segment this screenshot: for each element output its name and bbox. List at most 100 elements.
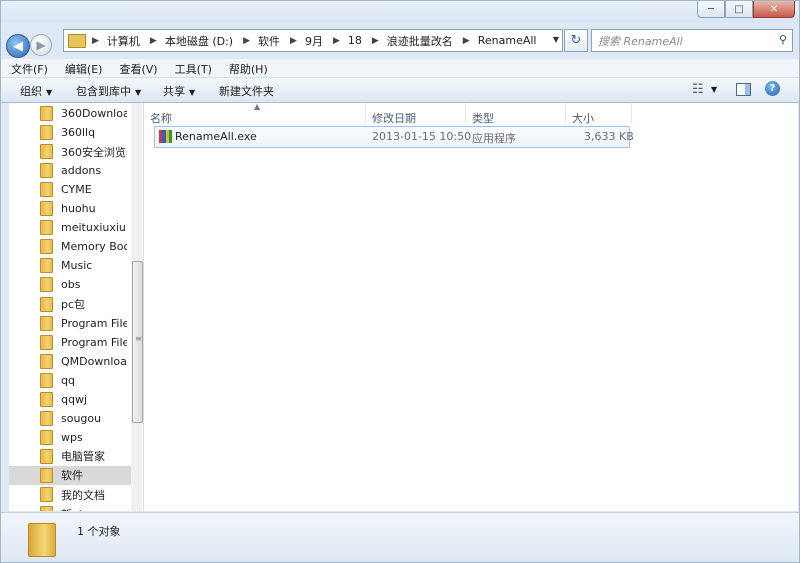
column-name-label: 名称 bbox=[150, 112, 172, 125]
column-modified[interactable]: 修改日期 bbox=[366, 103, 466, 125]
column-type[interactable]: 类型 bbox=[466, 103, 566, 125]
breadcrumb-item[interactable]: ▶ 软件 bbox=[243, 33, 290, 49]
menu-bar: 文件(F) 编辑(E) 查看(V) 工具(T) 帮助(H) bbox=[1, 59, 799, 78]
breadcrumb-label: 计算机 bbox=[106, 34, 140, 48]
search-input[interactable]: 搜索 RenameAll ⚲ bbox=[591, 29, 793, 52]
menu-view[interactable]: 查看(V) bbox=[109, 59, 164, 77]
maximize-button[interactable]: □ bbox=[725, 1, 753, 18]
search-icon[interactable]: ⚲ bbox=[779, 33, 787, 46]
arrow-left-icon: ◀ bbox=[13, 38, 23, 54]
folder-icon bbox=[40, 467, 53, 483]
breadcrumb-item[interactable]: ▶ 9月 bbox=[290, 33, 333, 49]
folder-icon bbox=[40, 429, 53, 445]
forward-button[interactable]: ▶ bbox=[30, 34, 52, 56]
breadcrumb-item[interactable]: ▶ 浪迹批量改名 bbox=[372, 33, 463, 49]
file-row[interactable]: RenameAll.exe 2013-01-15 10:50 应用程序 3,63… bbox=[154, 126, 634, 148]
column-name[interactable]: 名称 ▲ bbox=[144, 102, 366, 125]
tree-item[interactable]: Memory Boos bbox=[9, 237, 127, 256]
tree-item-label: pc包 bbox=[61, 298, 86, 311]
tree-item[interactable]: obs bbox=[9, 275, 127, 294]
folder-icon bbox=[40, 277, 53, 293]
tree-item[interactable]: pc包 bbox=[9, 295, 127, 314]
folder-icon bbox=[68, 33, 86, 48]
tree-item[interactable]: huohu bbox=[9, 199, 127, 218]
breadcrumb: ▶ 计算机 ▶ 本地磁盘 (D:) ▶ 软件 ▶ 9月 ▶ 18 ▶ 浪迹批量改名 ▶ RenameAll bbox=[92, 33, 546, 49]
breadcrumb-label: 浪迹批量改名 bbox=[386, 34, 453, 48]
breadcrumb-item[interactable]: ▶ 本地磁盘 (D:) bbox=[150, 33, 243, 49]
tree-item[interactable]: 我的文档 bbox=[9, 485, 127, 504]
help-icon[interactable]: ? bbox=[765, 81, 780, 96]
tree-item[interactable]: 新obs bbox=[9, 504, 127, 511]
breadcrumb-item[interactable]: ▶ RenameAll bbox=[463, 33, 547, 49]
view-options-icon[interactable]: ☷ bbox=[692, 82, 704, 97]
tree-item[interactable]: Program Files bbox=[9, 314, 127, 333]
folder-icon bbox=[40, 182, 53, 198]
tree-item-label: qq bbox=[61, 373, 75, 387]
tree-item[interactable]: 软件 bbox=[9, 465, 131, 485]
tree-item[interactable]: wps bbox=[9, 428, 127, 447]
chevron-down-icon[interactable]: ▼ bbox=[553, 35, 559, 44]
chevron-right-icon[interactable]: ▶ bbox=[150, 36, 157, 46]
chevron-right-icon[interactable]: ▶ bbox=[290, 36, 297, 46]
minimize-button[interactable]: ─ bbox=[697, 1, 725, 18]
tree-item[interactable]: 360llq bbox=[9, 123, 127, 142]
tree-item-label: meituxiuxiu bbox=[61, 221, 126, 235]
breadcrumb-label: 18 bbox=[347, 34, 362, 47]
nav-scrollbar[interactable]: ≡ bbox=[131, 103, 143, 511]
folder-icon bbox=[40, 372, 53, 388]
organize-button[interactable]: 组织 ▼ bbox=[20, 83, 52, 99]
chevron-right-icon[interactable]: ▶ bbox=[463, 36, 470, 46]
tree-item[interactable]: qq bbox=[9, 371, 127, 390]
tree-item[interactable]: QMDownload bbox=[9, 352, 127, 371]
chevron-down-icon: ▼ bbox=[189, 88, 196, 97]
tree-item[interactable]: addons bbox=[9, 161, 127, 180]
folder-icon bbox=[40, 410, 53, 426]
caption-buttons: ─ □ ✕ bbox=[697, 1, 795, 18]
share-button[interactable]: 共享 ▼ bbox=[163, 83, 195, 99]
tree-item-label: 360llq bbox=[61, 126, 96, 140]
tree-item[interactable]: CYME bbox=[9, 180, 127, 199]
menu-edit[interactable]: 编辑(E) bbox=[55, 59, 110, 77]
include-library-button[interactable]: 包含到库中 ▼ bbox=[76, 83, 141, 99]
back-button[interactable]: ◀ bbox=[6, 34, 30, 58]
tree-item[interactable]: sougou bbox=[9, 409, 127, 428]
chevron-down-icon: ▼ bbox=[46, 88, 53, 97]
tree-item[interactable]: Music bbox=[9, 256, 127, 275]
tree-item[interactable]: 360Downloads bbox=[9, 104, 127, 123]
tree-item-label: 软件 bbox=[61, 469, 83, 483]
preview-pane-icon[interactable] bbox=[736, 83, 751, 96]
chevron-down-icon[interactable]: ▼ bbox=[711, 85, 717, 94]
chevron-right-icon[interactable]: ▶ bbox=[92, 36, 99, 46]
menu-help[interactable]: 帮助(H) bbox=[219, 59, 275, 77]
breadcrumb-item[interactable]: ▶ 计算机 bbox=[92, 33, 150, 49]
refresh-icon: ↻ bbox=[570, 33, 582, 48]
chevron-right-icon[interactable]: ▶ bbox=[372, 36, 379, 46]
grip-icon: ≡ bbox=[135, 334, 142, 343]
chevron-right-icon[interactable]: ▶ bbox=[333, 36, 340, 46]
tree-item[interactable]: 电脑管家 bbox=[9, 447, 127, 466]
new-folder-button[interactable]: 新建文件夹 bbox=[219, 83, 274, 99]
organize-label: 组织 bbox=[20, 85, 42, 98]
tree-item[interactable]: qqwj bbox=[9, 390, 127, 409]
arrow-right-icon: ▶ bbox=[36, 38, 46, 52]
menu-file[interactable]: 文件(F) bbox=[1, 59, 55, 77]
tree-item[interactable]: 360安全浏览器 bbox=[9, 142, 127, 161]
folder-icon bbox=[40, 258, 53, 274]
tree-item[interactable]: Program Files bbox=[9, 333, 127, 352]
refresh-button[interactable]: ↻ bbox=[564, 29, 588, 52]
chevron-right-icon[interactable]: ▶ bbox=[243, 36, 250, 46]
scrollbar-thumb[interactable]: ≡ bbox=[132, 261, 143, 423]
tree-item[interactable]: meituxiuxiu bbox=[9, 218, 127, 237]
close-button[interactable]: ✕ bbox=[753, 1, 795, 18]
address-bar[interactable]: ▶ 计算机 ▶ 本地磁盘 (D:) ▶ 软件 ▶ 9月 ▶ 18 ▶ 浪迹批量改名 ▶ RenameAll… bbox=[63, 29, 563, 52]
tree-item-label: Memory Boos bbox=[61, 240, 127, 254]
details-pane: 1 个对象 bbox=[1, 512, 799, 562]
tree-item-label: 360安全浏览器 bbox=[61, 145, 127, 159]
breadcrumb-item[interactable]: ▶ 18 bbox=[333, 33, 372, 49]
menu-tools[interactable]: 工具(T) bbox=[165, 59, 219, 77]
tree-item-label: 新obs bbox=[61, 506, 91, 511]
tree-item-label: 电脑管家 bbox=[61, 450, 105, 464]
folder-icon bbox=[40, 144, 53, 160]
tree-item-label: Music bbox=[61, 259, 93, 273]
column-size[interactable]: 大小 bbox=[566, 103, 632, 125]
